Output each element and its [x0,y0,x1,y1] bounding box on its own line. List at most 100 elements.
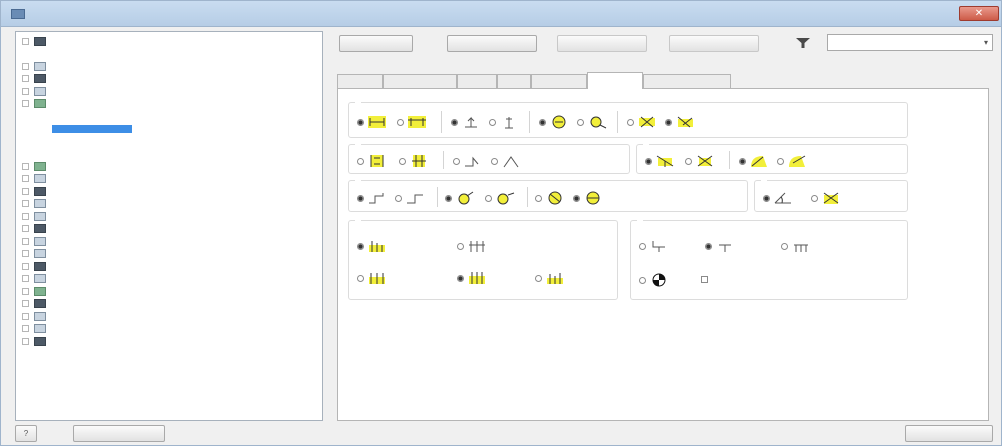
hole-option-1[interactable] [357,154,387,168]
tree-item[interactable] [22,211,132,221]
help-button[interactable]: ? [15,425,37,442]
hole-option-4[interactable] [491,154,521,168]
tree-item[interactable] [40,149,132,159]
radio-button[interactable] [535,274,542,282]
expand-toggle[interactable] [22,37,29,45]
radio-button[interactable] [811,194,818,202]
radio-button[interactable] [357,242,364,250]
radio-button[interactable] [627,118,634,126]
tree-item[interactable] [22,224,132,234]
tree-item[interactable] [22,99,132,109]
diameter-option-1[interactable] [357,191,387,205]
radio-button[interactable] [665,118,672,126]
tree-item[interactable] [22,236,132,246]
expand-toggle[interactable] [22,262,29,270]
stagger-option-1[interactable] [357,239,387,253]
radio-button[interactable] [639,242,646,250]
done-button[interactable] [905,425,993,442]
tree-item[interactable] [22,336,132,346]
radio-button[interactable] [357,274,364,282]
angular-option-1[interactable] [763,191,793,205]
checkbox[interactable] [701,276,708,283]
expand-toggle[interactable] [22,237,29,245]
expand-toggle[interactable] [22,187,29,195]
tree-item[interactable] [22,74,132,84]
arrowhead-option-7[interactable] [627,115,657,129]
expand-toggle[interactable] [22,225,29,232]
tab-display[interactable] [457,74,497,88]
arrowhead-option-6[interactable] [577,115,607,129]
tree-item[interactable] [22,274,132,284]
diameter-option-5[interactable] [535,191,565,205]
expand-toggle[interactable] [22,312,29,320]
alignment-option-2[interactable] [457,271,487,285]
radio-button[interactable] [489,118,496,126]
diameter-option-4[interactable] [485,191,515,205]
origin-indicator-option[interactable] [639,273,669,287]
radius-option-3[interactable] [739,154,769,168]
radio-button[interactable] [577,118,584,126]
radius-option-2[interactable] [685,154,715,168]
tree-item[interactable] [22,36,132,46]
style-filter-dropdown[interactable]: ▾ [827,34,993,51]
tree-item[interactable] [22,186,132,196]
radio-button[interactable] [777,157,784,165]
origin-option-3[interactable] [781,239,811,253]
arrowhead-option-inside[interactable] [357,115,387,129]
radius-option-4[interactable] [777,154,807,168]
diameter-option-3[interactable] [445,191,475,205]
hole-option-2[interactable] [399,154,429,168]
radio-button[interactable] [491,157,498,165]
radio-button[interactable] [639,276,646,284]
expand-toggle[interactable] [22,162,29,170]
expand-toggle[interactable] [22,175,29,182]
radio-button[interactable] [357,118,364,126]
radio-button[interactable] [397,118,404,126]
radio-button[interactable] [457,274,464,282]
radio-button[interactable] [739,157,746,165]
radio-button[interactable] [573,194,580,202]
save-button[interactable] [557,35,647,52]
radio-button[interactable] [539,118,546,126]
radio-button[interactable] [705,242,712,250]
new-button[interactable] [447,35,537,52]
tree-item[interactable] [22,261,132,271]
arrowhead-option-5[interactable] [539,115,569,129]
tab-options[interactable] [587,72,643,89]
hole-option-3[interactable] [453,154,483,168]
tab-text[interactable] [497,74,531,88]
tab-notes-and-leaders[interactable] [643,74,731,88]
tab-units[interactable] [337,74,383,88]
stagger-option-2[interactable] [457,239,487,253]
tree-item[interactable] [22,61,132,71]
back-button[interactable] [339,35,413,52]
expand-toggle[interactable] [22,287,29,295]
tree-item[interactable] [22,86,132,96]
expand-toggle[interactable] [22,250,29,257]
radio-button[interactable] [395,194,402,202]
arrowhead-option-outside[interactable] [397,115,427,129]
tree-item[interactable] [22,161,132,171]
radio-button[interactable] [645,157,652,165]
tree-item[interactable] [22,174,132,184]
expand-toggle[interactable] [22,87,29,95]
tree-item[interactable] [22,286,132,296]
expand-toggle[interactable] [22,300,29,307]
tree-item[interactable] [22,299,132,309]
expand-toggle[interactable] [22,100,29,107]
radio-button[interactable] [357,194,364,202]
alignment-option-1[interactable] [357,271,387,285]
radius-option-1[interactable] [645,154,675,168]
expand-toggle[interactable] [22,62,29,70]
expand-toggle[interactable] [22,325,29,332]
expand-toggle[interactable] [22,275,29,282]
radio-button[interactable] [357,157,364,165]
angular-option-2[interactable] [811,191,841,205]
radio-button[interactable] [457,242,464,250]
arrowhead-option-4[interactable] [489,115,519,129]
tree-item[interactable] [22,199,132,209]
radio-button[interactable] [781,242,788,250]
origin-option-1[interactable] [639,239,669,253]
import-button[interactable] [73,425,165,442]
radio-button[interactable] [451,118,458,126]
